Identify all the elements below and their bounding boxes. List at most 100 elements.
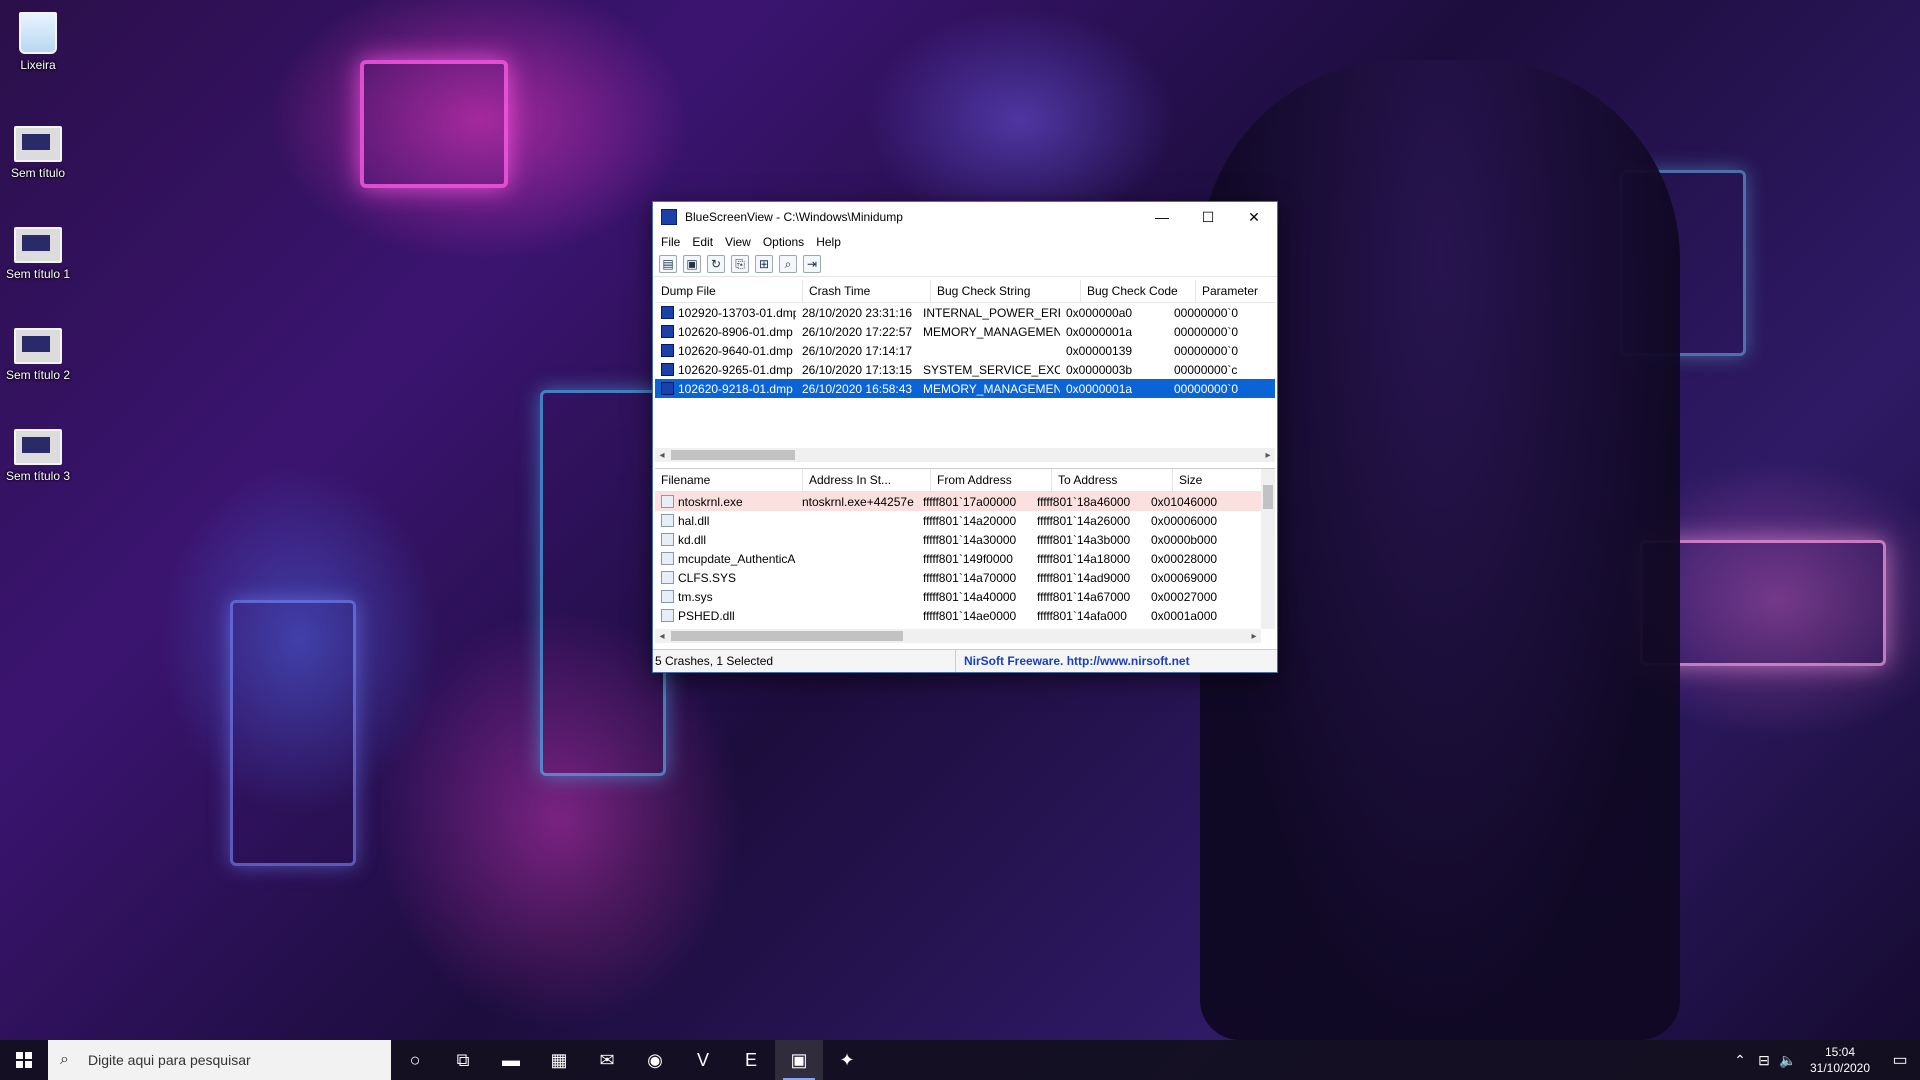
desktop-icon-sem-titulo-1[interactable]: Sem título 1: [4, 227, 72, 281]
action-center-icon[interactable]: ▭: [1880, 1050, 1920, 1070]
cell-text: SYSTEM_SERVICE_EXCEP...: [923, 362, 1060, 377]
microsoft-store-icon[interactable]: ▦: [535, 1040, 583, 1080]
dump-file-icon: [661, 324, 674, 338]
app-icon[interactable]: ✦: [823, 1040, 871, 1080]
driver-row[interactable]: PSHED.dll fffff801`14ae0000 fffff801`14afa…: [655, 606, 1261, 625]
refresh-icon[interactable]: ↻: [707, 255, 725, 273]
bluescreenview-icon[interactable]: ▣: [775, 1040, 823, 1080]
cell-filename: PSHED.dll: [655, 608, 796, 623]
volume-icon[interactable]: 🔈: [1776, 1052, 1800, 1069]
cell-text: 26/10/2020 17:13:15: [802, 362, 913, 377]
minimize-button[interactable]: —: [1139, 202, 1185, 232]
desktop-icon-sem-titulo-2[interactable]: Sem título 2: [4, 328, 72, 382]
column-header-bug-check-code[interactable]: Bug Check Code: [1081, 280, 1196, 302]
cell-text: ntoskrnl.exe: [678, 494, 743, 509]
cortana-icon[interactable]: ○: [391, 1040, 439, 1080]
html-report-icon[interactable]: ⊞: [755, 255, 773, 273]
clock[interactable]: 15:04 31/10/2020: [1800, 1044, 1880, 1076]
cell-from-address: fffff801`149f0000: [917, 552, 1031, 566]
cell-text: fffff801`14ad9000: [1037, 570, 1131, 585]
crash-list-hscrollbar[interactable]: ◂ ▸: [655, 448, 1275, 462]
cell-parameter: 00000000`0: [1168, 306, 1248, 320]
taskbar-search-box[interactable]: ⌕ Digite aqui para pesquisar: [48, 1040, 391, 1080]
column-header-bug-check-string[interactable]: Bug Check String: [931, 280, 1081, 302]
driver-list-header: Filename Address In St... From Address T…: [655, 469, 1275, 492]
task-view-icon[interactable]: ⧉: [439, 1040, 487, 1080]
cell-parameter: 00000000`c: [1168, 363, 1248, 377]
driver-list-hscrollbar[interactable]: ◂ ▸: [655, 629, 1261, 643]
column-header-from-address[interactable]: From Address: [931, 469, 1052, 491]
start-button[interactable]: [0, 1040, 48, 1080]
crash-list-body: 102920-13703-01.dmp 28/10/2020 23:31:16 IN…: [655, 303, 1275, 398]
scroll-right-arrow-icon[interactable]: ▸: [1247, 631, 1261, 642]
cell-to-address: fffff801`14a18000: [1031, 552, 1145, 566]
driver-row[interactable]: mcupdate_AuthenticAMD.dll fffff801`149f00…: [655, 549, 1261, 568]
show-hidden-icons-chevron-icon[interactable]: ⌃: [1728, 1052, 1752, 1069]
network-icon[interactable]: ⊟: [1752, 1052, 1776, 1069]
maximize-button[interactable]: ☐: [1185, 202, 1231, 232]
scroll-left-arrow-icon[interactable]: ◂: [655, 450, 669, 461]
exit-icon[interactable]: ⇥: [803, 255, 821, 273]
menu-options[interactable]: Options: [759, 235, 812, 249]
copy-icon[interactable]: ⎘: [731, 255, 749, 273]
menu-edit[interactable]: Edit: [688, 235, 721, 249]
cell-dump-file: 102620-9265-01.dmp: [655, 362, 796, 377]
menu-file[interactable]: File: [657, 235, 688, 249]
cell-text: fffff801`14a3b000: [1037, 532, 1131, 547]
cell-dump-file: 102620-9640-01.dmp: [655, 343, 796, 358]
desktop-icon-recycle-bin[interactable]: Lixeira: [4, 12, 72, 72]
title-bar[interactable]: BlueScreenView - C:\Windows\Minidump — ☐…: [653, 202, 1277, 232]
desktop-icon-sem-titulo-3[interactable]: Sem título 3: [4, 429, 72, 483]
column-header-to-address[interactable]: To Address: [1052, 469, 1173, 491]
driver-row[interactable]: kd.dll fffff801`14a30000 fffff801`14a3b000…: [655, 530, 1261, 549]
scroll-left-arrow-icon[interactable]: ◂: [655, 631, 669, 642]
chrome-icon[interactable]: ◉: [631, 1040, 679, 1080]
cell-text: 26/10/2020 17:22:57: [802, 324, 913, 339]
column-header-crash-time[interactable]: Crash Time: [803, 280, 931, 302]
scroll-thumb[interactable]: [1263, 485, 1273, 509]
driver-row[interactable]: hal.dll fffff801`14a20000 fffff801`14a2600…: [655, 511, 1261, 530]
cell-bug-check-string: MEMORY_MANAGEMENT: [917, 382, 1060, 396]
scroll-right-arrow-icon[interactable]: ▸: [1261, 450, 1275, 461]
crash-row[interactable]: 102920-13703-01.dmp 28/10/2020 23:31:16 IN…: [655, 303, 1275, 322]
cell-crash-time: 26/10/2020 17:14:17: [796, 344, 917, 358]
cell-bug-check-code: 0x00000139: [1060, 344, 1168, 358]
file-explorer-icon[interactable]: ▬: [487, 1040, 535, 1080]
nirsoft-link[interactable]: NirSoft Freeware. http://www.nirsoft.net: [956, 654, 1190, 668]
desktop-icon-sem-titulo[interactable]: Sem título: [4, 126, 72, 180]
crash-row[interactable]: 102620-8906-01.dmp 26/10/2020 17:22:57 MEM…: [655, 322, 1275, 341]
vegas-icon[interactable]: V: [679, 1040, 727, 1080]
cell-parameter: 00000000`0: [1168, 344, 1248, 358]
find-icon[interactable]: ⌕: [779, 255, 797, 273]
driver-row[interactable]: tm.sys fffff801`14a40000 fffff801`14a67000…: [655, 587, 1261, 606]
column-header-address-in-stack[interactable]: Address In St...: [803, 469, 931, 491]
desktop-icon-label: Sem título: [10, 166, 66, 180]
column-header-parameter[interactable]: Parameter: [1196, 280, 1275, 302]
scroll-thumb[interactable]: [671, 450, 795, 460]
scroll-thumb[interactable]: [671, 631, 903, 641]
taskbar: ⌕ Digite aqui para pesquisar ○ ⧉ ▬ ▦ ✉ ◉ V E ▣ ✦ …: [0, 1040, 1920, 1080]
crash-row[interactable]: 102620-9265-01.dmp 26/10/2020 17:13:15 SYS…: [655, 360, 1275, 379]
menu-view[interactable]: View: [721, 235, 759, 249]
driver-row[interactable]: ntoskrnl.exe ntoskrnl.exe+44257e fffff801`…: [655, 492, 1261, 511]
close-button[interactable]: ✕: [1231, 202, 1277, 232]
driver-file-icon: [661, 570, 674, 584]
properties-icon[interactable]: ▤: [659, 255, 677, 273]
driver-file-icon: [661, 608, 674, 622]
epic-games-icon[interactable]: E: [727, 1040, 775, 1080]
cell-bug-check-code: 0x0000001a: [1060, 325, 1168, 339]
mail-icon[interactable]: ✉: [583, 1040, 631, 1080]
system-tray: ⌃ ⊟ 🔈 15:04 31/10/2020 ▭: [1728, 1040, 1920, 1080]
driver-row[interactable]: CLFS.SYS fffff801`14a70000 fffff801`14ad90…: [655, 568, 1261, 587]
cell-text: 0x0000003b: [1066, 362, 1133, 377]
column-header-size[interactable]: Size: [1173, 469, 1259, 491]
column-header-dump-file[interactable]: Dump File: [655, 280, 803, 302]
cell-to-address: fffff801`18a46000: [1031, 495, 1145, 509]
cell-text: PSHED.dll: [678, 608, 735, 623]
save-icon[interactable]: ▣: [683, 255, 701, 273]
column-header-filename[interactable]: Filename: [655, 469, 803, 491]
driver-list-vscrollbar[interactable]: [1261, 469, 1275, 629]
crash-row[interactable]: 102620-9640-01.dmp 26/10/2020 17:14:17 0x0…: [655, 341, 1275, 360]
menu-help[interactable]: Help: [812, 235, 849, 249]
crash-row[interactable]: 102620-9218-01.dmp 26/10/2020 16:58:43 MEM…: [655, 379, 1275, 398]
